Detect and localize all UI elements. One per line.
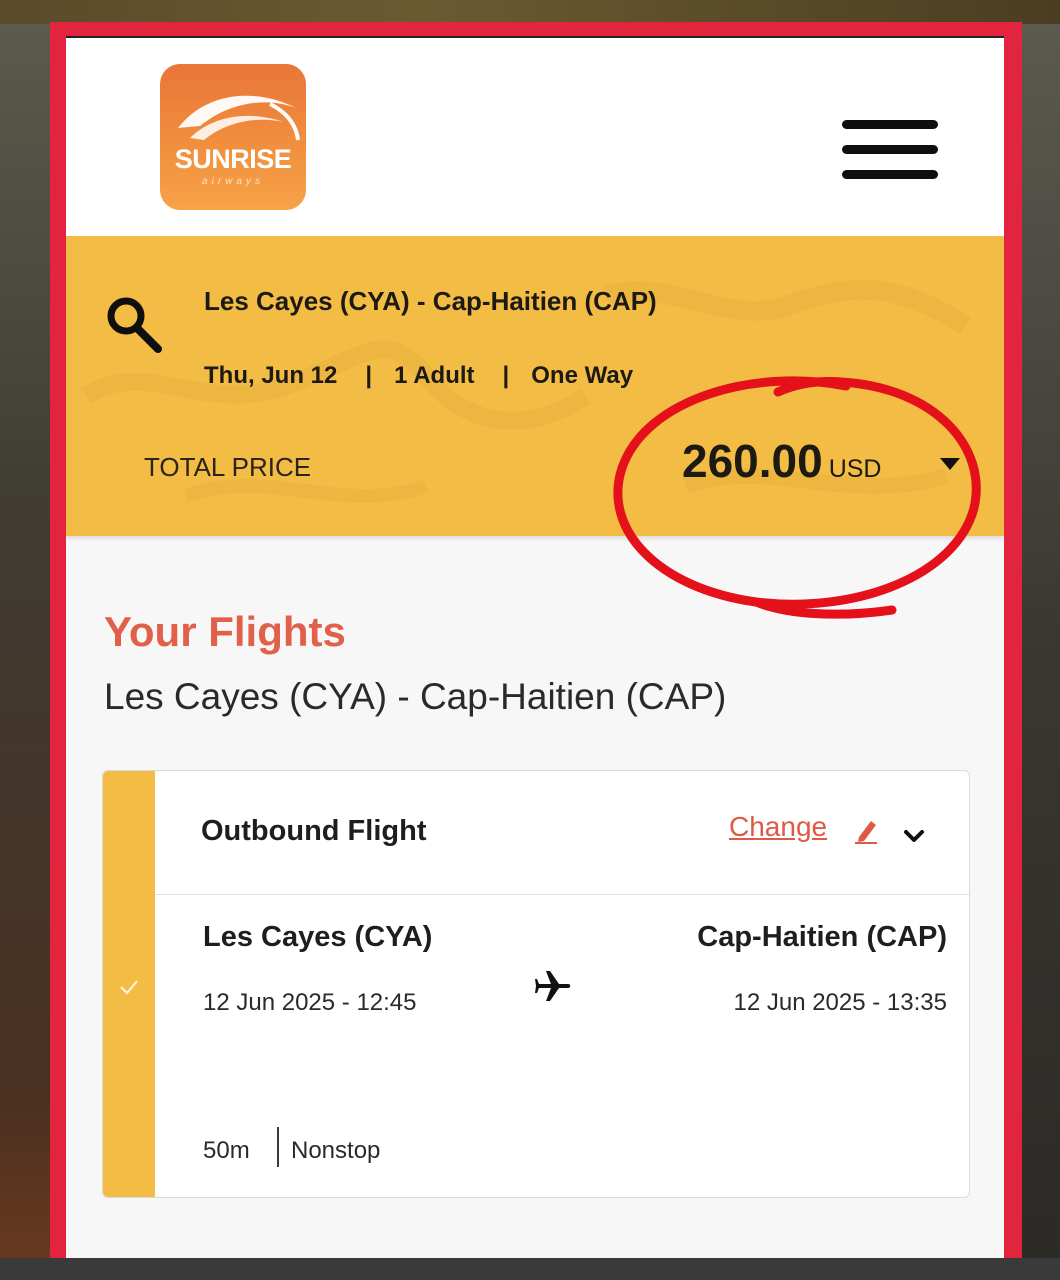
chevron-down-icon[interactable] <box>903 827 925 845</box>
outbound-flight-title: Outbound Flight <box>201 815 427 847</box>
brand-tagline: airways <box>202 176 264 187</box>
app-header: SUNRISE airways <box>66 38 1004 236</box>
departure-city: Les Cayes (CYA) <box>203 921 433 953</box>
bird-wing-icon <box>178 95 300 141</box>
trip-passengers: 1 Adult <box>394 362 475 389</box>
trip-details: Thu, Jun 12 | 1 Adult | One Way <box>204 362 633 390</box>
trip-date: Thu, Jun 12 <box>204 362 338 389</box>
card-header: Outbound Flight Change <box>155 771 969 895</box>
brand-wordmark: SUNRISE <box>174 144 292 174</box>
arrival-city: Cap-Haitien (CAP) <box>697 921 947 953</box>
your-flights-heading: Your Flights <box>104 608 346 655</box>
photo-background-top <box>0 0 1060 24</box>
flights-route: Les Cayes (CYA) - Cap-Haitien (CAP) <box>104 676 727 717</box>
trip-type: One Way <box>531 362 634 389</box>
check-icon <box>120 980 138 995</box>
price-currency: USD <box>828 455 882 483</box>
search-summary-panel: Les Cayes (CYA) - Cap-Haitien (CAP) Thu,… <box>66 236 1004 536</box>
photo-background-right <box>1022 24 1060 1280</box>
total-price-label: TOTAL PRICE <box>144 452 312 482</box>
caret-down-icon[interactable] <box>940 458 960 470</box>
brand-logo[interactable]: SUNRISE airways <box>160 64 306 210</box>
flight-duration: 50m <box>203 1137 250 1164</box>
photo-background-bottom <box>0 1258 1060 1280</box>
search-route: Les Cayes (CYA) - Cap-Haitien (CAP) <box>204 286 657 316</box>
flight-stops: Nonstop <box>291 1137 381 1164</box>
menu-icon[interactable] <box>840 116 940 182</box>
arrival-time: 12 Jun 2025 - 13:35 <box>733 989 947 1016</box>
meta-separator: | <box>502 362 510 389</box>
app-screen: SUNRISE airways Les Cayes (CYA) - Cap-Ha… <box>66 36 1004 1258</box>
outbound-flight-card: Outbound Flight Change Les Cayes (CYA) 1… <box>102 770 970 1198</box>
divider <box>277 1127 279 1167</box>
change-flight-link[interactable]: Change <box>729 811 827 843</box>
pencil-icon[interactable] <box>851 815 881 845</box>
photo-background-left <box>0 24 50 1280</box>
price-amount: 260.00 <box>682 435 823 487</box>
departure-time: 12 Jun 2025 - 12:45 <box>203 989 417 1016</box>
total-price[interactable]: 260.00 USD <box>682 434 882 494</box>
plane-icon <box>535 971 571 1001</box>
meta-separator: | <box>365 362 373 389</box>
search-icon[interactable] <box>102 290 172 360</box>
